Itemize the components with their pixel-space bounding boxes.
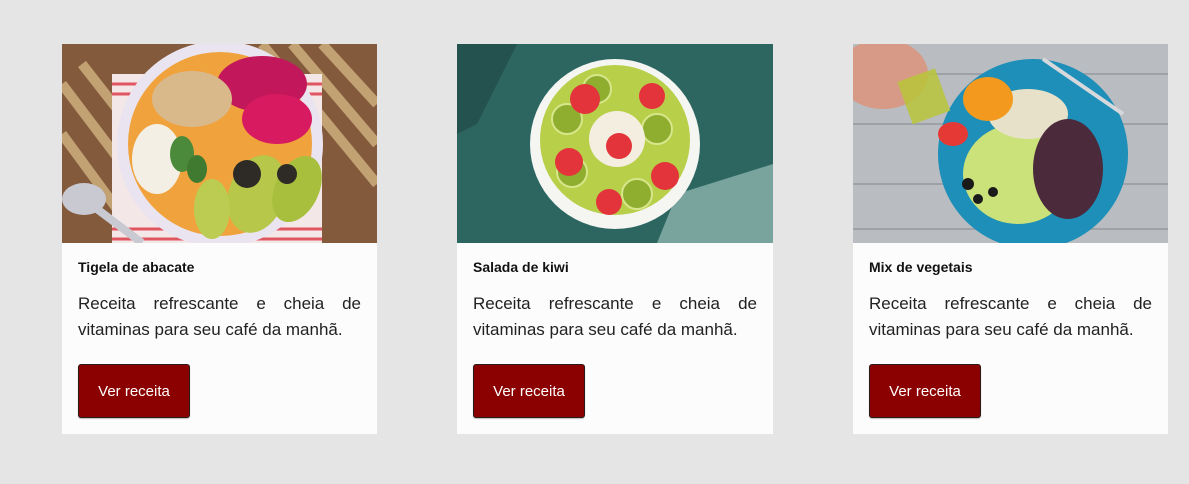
card-description: Receita refrescante e cheia de vitaminas… — [473, 294, 757, 339]
avocado-bowl-image — [62, 44, 377, 243]
recipe-card-kiwi-salad: Salada de kiwi Receita refrescante e che… — [457, 44, 773, 434]
card-title: Tigela de abacate — [78, 259, 195, 275]
card-description: Receita refrescante e cheia de vitaminas… — [78, 294, 361, 339]
card-title: Mix de vegetais — [869, 259, 973, 275]
vegetable-mix-image — [853, 44, 1168, 243]
card-title: Salada de kiwi — [473, 259, 569, 275]
view-recipe-button[interactable]: Ver receita — [473, 364, 585, 418]
recipe-card-vegetable-mix: Mix de vegetais Receita refrescante e ch… — [853, 44, 1168, 434]
card-description: Receita refrescante e cheia de vitaminas… — [869, 294, 1152, 339]
view-recipe-button[interactable]: Ver receita — [869, 364, 981, 418]
recipe-card-avocado-bowl: Tigela de abacate Receita refrescante e … — [62, 44, 377, 434]
kiwi-salad-image — [457, 44, 773, 243]
view-recipe-button[interactable]: Ver receita — [78, 364, 190, 418]
